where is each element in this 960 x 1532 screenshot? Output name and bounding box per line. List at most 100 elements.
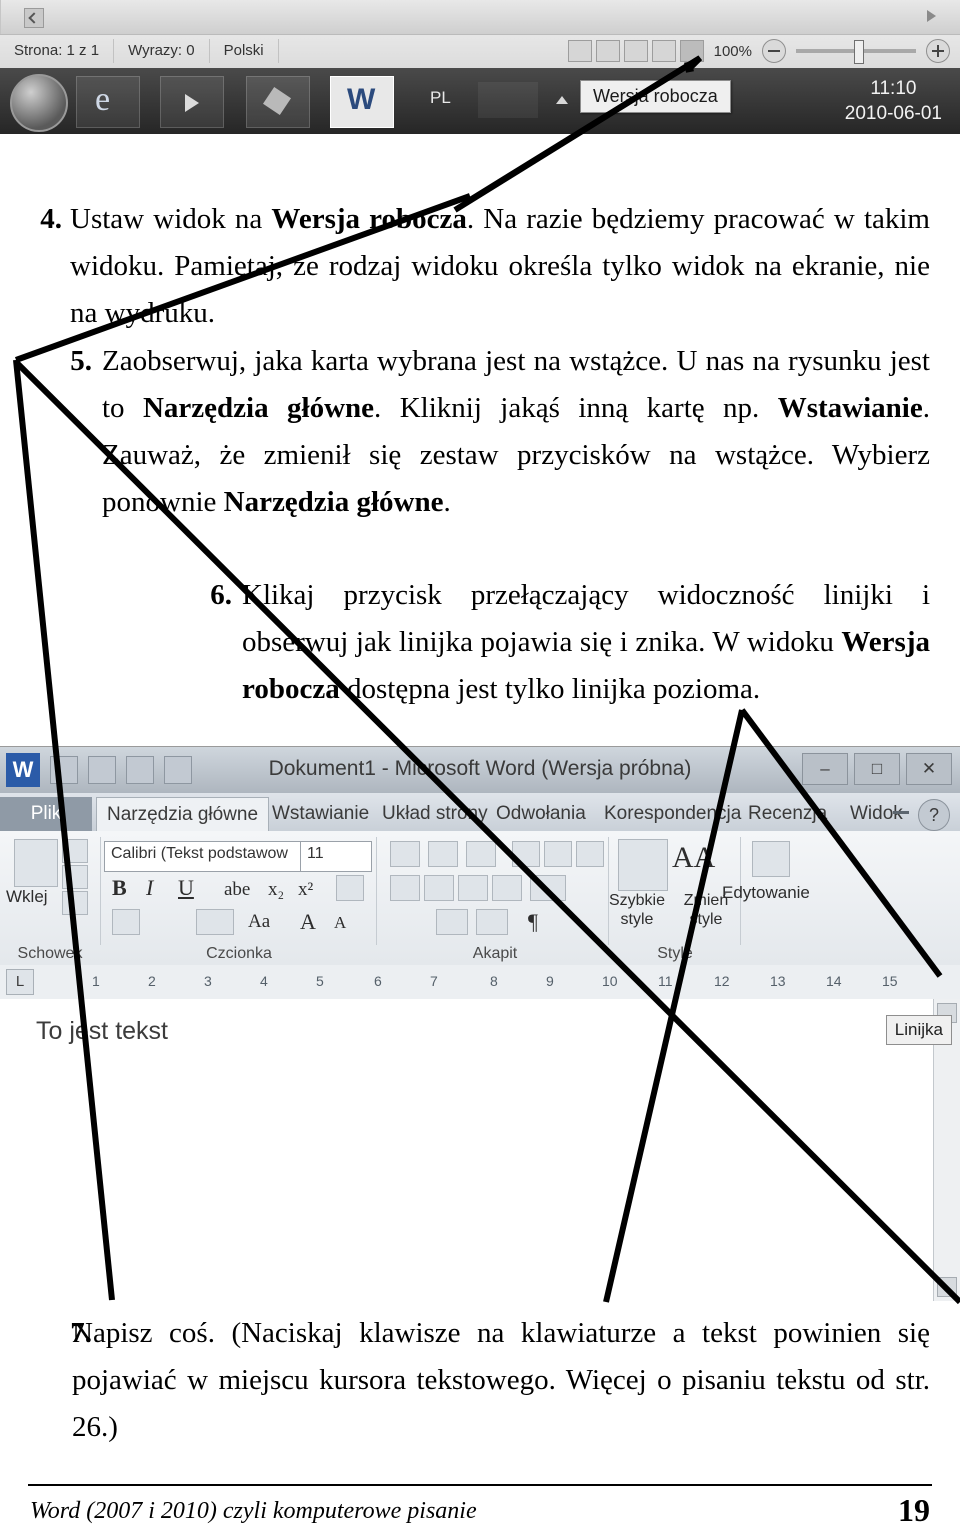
- paste-label[interactable]: Wklej: [6, 887, 48, 907]
- view-buttons[interactable]: [567, 40, 704, 62]
- quick-styles-gallery-icon[interactable]: [618, 839, 668, 891]
- taskbar-tray[interactable]: [478, 82, 538, 118]
- font-color-icon[interactable]: [196, 909, 234, 935]
- ruler-tick-15: 15: [882, 973, 898, 989]
- maximize-button[interactable]: □: [854, 753, 900, 785]
- multilevel-list-icon[interactable]: [466, 841, 496, 867]
- window-buttons[interactable]: – □ ✕: [802, 753, 952, 785]
- font-size-box[interactable]: 11: [300, 841, 372, 872]
- bullets-icon[interactable]: [390, 841, 420, 867]
- zoom-slider-knob[interactable]: [854, 40, 864, 64]
- align-left-icon[interactable]: [390, 875, 420, 901]
- find-icon[interactable]: [752, 841, 790, 877]
- editing-label[interactable]: Edytowanie: [722, 883, 810, 903]
- strikethrough-icon[interactable]: abe: [224, 879, 250, 901]
- minimize-ribbon-icon[interactable]: [890, 803, 912, 825]
- scroll-down-icon[interactable]: [937, 1277, 957, 1297]
- font-name-box[interactable]: Calibri (Tekst podstawow: [104, 841, 302, 872]
- word-count[interactable]: Wyrazy: 0: [114, 39, 210, 63]
- page-info[interactable]: Strona: 1 z 1: [0, 39, 115, 63]
- sort-icon[interactable]: [576, 841, 604, 867]
- taskbar-word-icon[interactable]: [330, 76, 394, 128]
- ruler-tick-8: 8: [490, 973, 498, 989]
- help-icon[interactable]: ?: [918, 799, 950, 831]
- horizontal-scrollbar[interactable]: [0, 0, 960, 35]
- tab-uklad-strony[interactable]: Układ strony: [372, 797, 498, 831]
- cut-icon[interactable]: [62, 839, 88, 863]
- group-label-schowek: Schowek: [17, 945, 83, 962]
- taskbar-paint-icon[interactable]: [246, 76, 310, 128]
- increase-indent-icon[interactable]: [544, 841, 572, 867]
- shrink-font-icon[interactable]: A: [334, 913, 346, 933]
- zoom-in-icon[interactable]: [926, 39, 950, 63]
- align-center-icon[interactable]: [424, 875, 454, 901]
- text-effects-icon[interactable]: [336, 875, 364, 901]
- start-button-icon[interactable]: [10, 74, 68, 132]
- horizontal-ruler[interactable]: L 1 2 3 4 5 6 7 8 9 10 11 12 13 14 15: [0, 965, 960, 1000]
- taskbar-clock[interactable]: 11:10 2010-06-01: [845, 76, 942, 126]
- scrollbar-track[interactable]: [0, 0, 960, 34]
- document-text[interactable]: To jest tekst: [36, 1017, 168, 1046]
- word-status-bar: Strona: 1 z 1 Wyrazy: 0 Polski 100%: [0, 0, 960, 69]
- decrease-indent-icon[interactable]: [512, 841, 540, 867]
- ruler-tick-12: 12: [714, 973, 730, 989]
- close-button[interactable]: ✕: [906, 753, 952, 785]
- language-status[interactable]: Polski: [210, 39, 279, 63]
- line-spacing-icon[interactable]: [530, 875, 566, 901]
- tab-wstawianie[interactable]: Wstawianie: [262, 797, 379, 831]
- taskbar-media-player-icon[interactable]: [160, 76, 224, 128]
- tab-odwolania[interactable]: Odwołania: [486, 797, 596, 831]
- group-label-czcionka: Czcionka: [206, 945, 272, 962]
- grow-font-icon[interactable]: A: [300, 909, 316, 935]
- view-draft-icon[interactable]: [679, 40, 704, 62]
- view-web-layout-icon[interactable]: [623, 40, 648, 62]
- change-case-icon[interactable]: Aa: [248, 911, 270, 933]
- view-outline-icon[interactable]: [651, 40, 676, 62]
- borders-icon[interactable]: [476, 909, 508, 935]
- text-highlight-icon[interactable]: [112, 909, 140, 935]
- taskbar-internet-explorer-icon[interactable]: [76, 76, 140, 128]
- minimize-button[interactable]: –: [802, 753, 848, 785]
- windows-taskbar: PL Wersja robocza 11:10 2010-06-01: [0, 68, 960, 134]
- footer-divider: [28, 1484, 932, 1486]
- document-area[interactable]: To jest tekst: [0, 999, 960, 1301]
- quick-styles-label[interactable]: Szybkie style: [602, 891, 672, 929]
- group-label-akapit: Akapit: [472, 945, 518, 962]
- step-text-4: Ustaw widok na Wersja robocza. Na razie …: [70, 203, 930, 329]
- ruler-tick-10: 10: [602, 973, 618, 989]
- paste-icon[interactable]: [14, 839, 58, 887]
- zoom-slider[interactable]: [796, 40, 916, 64]
- align-right-icon[interactable]: [458, 875, 488, 901]
- change-styles-icon[interactable]: AA: [672, 841, 715, 875]
- copy-icon[interactable]: [62, 865, 88, 889]
- italic-icon[interactable]: I: [146, 875, 153, 901]
- shading-icon[interactable]: [436, 909, 468, 935]
- show-hidden-icons-icon[interactable]: [556, 96, 568, 104]
- step-number-6: 6.: [210, 579, 232, 611]
- subscript-icon[interactable]: x₂: [268, 879, 284, 901]
- show-formatting-marks-icon[interactable]: ¶: [528, 909, 538, 935]
- view-fullscreen-icon[interactable]: [595, 40, 620, 62]
- underline-icon[interactable]: U: [178, 875, 194, 901]
- ruler-tick-3: 3: [204, 973, 212, 989]
- tab-recenzja[interactable]: Recenzja: [738, 797, 837, 831]
- page: Strona: 1 z 1 Wyrazy: 0 Polski 100% e W …: [0, 0, 960, 1532]
- zoom-out-icon[interactable]: [762, 39, 786, 63]
- tab-stop-selector[interactable]: L: [6, 969, 34, 995]
- ribbon: Wklej Schowek Calibri (Tekst podstawow 1…: [0, 831, 960, 966]
- scroll-right-icon[interactable]: [927, 10, 936, 22]
- format-painter-icon[interactable]: [62, 891, 88, 915]
- word-screenshot: W Dokument1 - Microsoft Word (Wersja pró…: [0, 746, 960, 1301]
- justify-icon[interactable]: [492, 875, 522, 901]
- superscript-icon[interactable]: x²: [298, 879, 313, 901]
- taskbar-language-indicator[interactable]: PL: [430, 88, 451, 108]
- tab-narzedzia-glowne[interactable]: Narzędzia główne: [96, 797, 270, 832]
- view-print-layout-icon[interactable]: [567, 40, 592, 62]
- bold-icon[interactable]: B: [112, 875, 127, 901]
- tab-plik[interactable]: Plik: [0, 797, 92, 831]
- zoom-level[interactable]: 100%: [714, 43, 752, 60]
- tab-korespondencja[interactable]: Korespondencja: [594, 797, 751, 831]
- scroll-left-icon[interactable]: [24, 8, 44, 28]
- numbering-icon[interactable]: [428, 841, 458, 867]
- ruler-tick-4: 4: [260, 973, 268, 989]
